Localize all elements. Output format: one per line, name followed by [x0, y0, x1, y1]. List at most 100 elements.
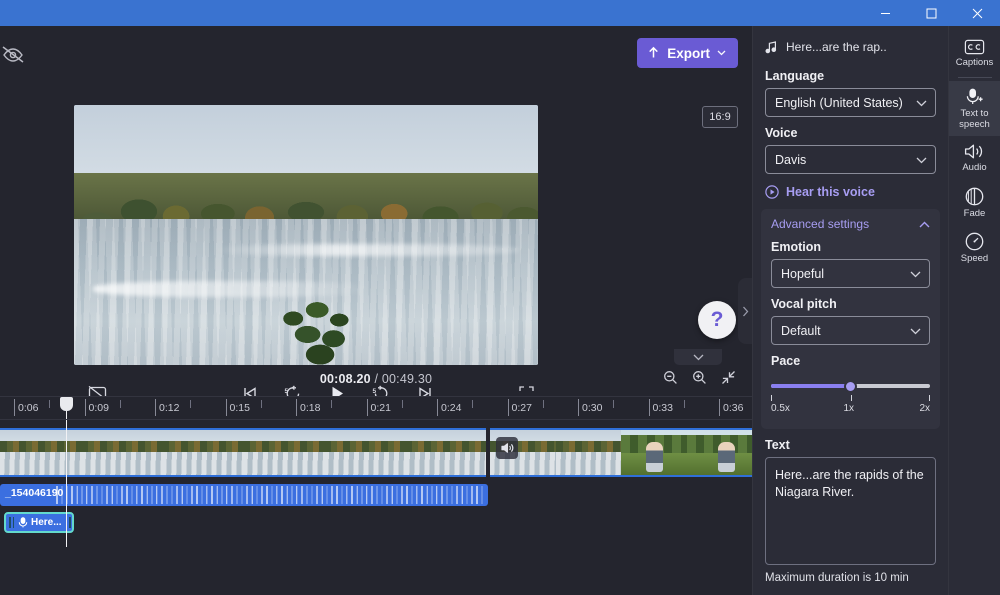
- preview-foreground-bush: [273, 297, 370, 365]
- ruler-tick-major: [84, 399, 86, 416]
- export-button[interactable]: Export: [637, 38, 738, 68]
- video-editor-window: Export 16:9 5 5 ? 00:08.20 / 00:49.30 0:…: [0, 0, 1000, 595]
- chevron-down-icon: [916, 153, 927, 167]
- language-select[interactable]: English (United States): [765, 88, 936, 117]
- rail-item-speed[interactable]: Speed: [949, 225, 1000, 270]
- ruler-tick-major: [507, 399, 509, 416]
- hear-this-voice-label: Hear this voice: [786, 185, 875, 199]
- playhead-ruler[interactable]: [60, 397, 73, 419]
- tools-rail: Captions Text to speech Audio Fade Speed: [948, 26, 1000, 595]
- chevron-down-icon: [910, 324, 921, 338]
- speed-icon: [965, 232, 984, 251]
- ruler-tick-minor: [331, 400, 333, 408]
- chevron-down-icon: [910, 267, 921, 281]
- window-minimize-button[interactable]: [862, 0, 908, 26]
- pace-tick-min: 0.5x: [771, 403, 790, 414]
- text-to-speech-panel: Here...are the rap.. Language English (U…: [752, 26, 948, 595]
- ruler-tick-minor: [190, 400, 192, 408]
- clip-handle-left[interactable]: [8, 516, 15, 529]
- rail-label-audio: Audio: [962, 162, 987, 174]
- preview-foam-1: [92, 281, 371, 298]
- vocal-pitch-select[interactable]: Default: [771, 316, 930, 345]
- window-titlebar: [0, 0, 1000, 26]
- aspect-ratio-badge[interactable]: 16:9: [702, 106, 738, 128]
- ruler-label: 0:24: [441, 402, 462, 414]
- export-label: Export: [667, 45, 710, 61]
- ruler-tick-minor: [119, 400, 121, 408]
- language-label: Language: [765, 69, 825, 83]
- advanced-settings-toggle[interactable]: Advanced settings: [771, 217, 930, 231]
- preview-stage: 16:9 5 5 ?: [0, 78, 752, 401]
- emotion-value: Hopeful: [781, 266, 825, 281]
- preview-more-chevron[interactable]: [674, 349, 722, 365]
- playhead-tracks[interactable]: [66, 420, 67, 547]
- advanced-settings-label: Advanced settings: [771, 217, 870, 231]
- timeline-zoom-tools: [663, 370, 736, 385]
- chevron-down-icon: [717, 50, 726, 56]
- zoom-in-icon[interactable]: [692, 370, 707, 385]
- pace-tick-mid: 1x: [843, 403, 855, 414]
- closed-captions-icon: [964, 39, 985, 55]
- language-value: English (United States): [775, 95, 903, 110]
- total-time: 00:49.30: [381, 372, 433, 386]
- preview-foam-2: [213, 243, 520, 256]
- clip-thumbnails: [490, 430, 752, 475]
- ruler-tick-minor: [683, 400, 685, 408]
- voice-label: Voice: [765, 126, 798, 140]
- window-close-button[interactable]: [954, 0, 1000, 26]
- ruler-tick-minor: [542, 400, 544, 408]
- microphone-icon: [18, 517, 28, 528]
- ruler-tick-major: [578, 399, 579, 416]
- tts-clip-label: Here...: [31, 517, 62, 528]
- video-clip-1[interactable]: [0, 428, 486, 477]
- voice-select[interactable]: Davis: [765, 145, 936, 174]
- window-maximize-button[interactable]: [908, 0, 954, 26]
- tts-clip[interactable]: Here...: [4, 512, 74, 533]
- text-to-speech-icon: [966, 89, 983, 105]
- timeline-ruler[interactable]: 0:06 0:09 0:12 0:15 0:18 0:21 0:24 0:27 0:30 0:33…: [0, 396, 752, 420]
- rail-item-text-to-speech[interactable]: Text to speech: [948, 81, 1000, 137]
- pace-slider-ticks: 0.5x 1x 2x: [771, 395, 930, 417]
- ruler-tick-major: [437, 399, 438, 416]
- rail-item-audio[interactable]: Audio: [949, 136, 1000, 179]
- zoom-out-icon[interactable]: [663, 370, 678, 385]
- ruler-label: 0:15: [229, 402, 250, 414]
- audio-waveform: [56, 486, 486, 504]
- rail-item-fade[interactable]: Fade: [949, 180, 1000, 225]
- time-separator: /: [374, 372, 379, 386]
- ruler-tick-minor: [260, 400, 262, 408]
- rail-item-captions[interactable]: Captions: [949, 32, 1000, 74]
- timecode-row: 00:08.20 / 00:49.30: [0, 368, 752, 396]
- vocal-pitch-value: Default: [781, 323, 821, 338]
- audio-track-clip[interactable]: _154046190: [0, 484, 488, 506]
- ruler-tick-minor: [472, 400, 474, 408]
- eye-off-icon[interactable]: [0, 40, 30, 68]
- speaker-icon[interactable]: [496, 437, 518, 459]
- ruler-tick-major: [14, 399, 15, 416]
- vocal-pitch-label: Vocal pitch: [771, 297, 837, 311]
- text-input[interactable]: Here...are the rapids of the Niagara Riv…: [765, 457, 936, 565]
- pace-label: Pace: [771, 354, 801, 368]
- pace-tick-max: 2x: [919, 403, 930, 414]
- hear-this-voice-button[interactable]: Hear this voice: [765, 185, 936, 199]
- help-button[interactable]: ?: [698, 301, 736, 339]
- pace-slider-thumb[interactable]: [844, 379, 857, 393]
- ruler-tick-major: [296, 399, 297, 416]
- emotion-select[interactable]: Hopeful: [771, 259, 930, 288]
- panel-collapse-handle[interactable]: [738, 278, 752, 344]
- ruler-tick-major: [719, 399, 720, 416]
- ruler-label: 0:09: [88, 402, 109, 414]
- max-duration-note: Maximum duration is 10 min: [765, 572, 909, 584]
- rail-divider: [957, 77, 992, 79]
- video-preview[interactable]: [74, 105, 538, 365]
- ruler-tick-major: [225, 399, 227, 416]
- video-clip-2[interactable]: [490, 428, 752, 477]
- playhead-handle[interactable]: [60, 397, 73, 411]
- rail-label-text-to-speech: Text to speech: [959, 108, 990, 130]
- rail-label-captions: Captions: [955, 57, 994, 68]
- fit-to-screen-icon[interactable]: [721, 370, 736, 385]
- pace-slider[interactable]: [771, 378, 930, 394]
- play-circle-icon: [765, 185, 779, 199]
- ruler-label: 0:30: [582, 402, 603, 414]
- voice-value: Davis: [775, 152, 807, 167]
